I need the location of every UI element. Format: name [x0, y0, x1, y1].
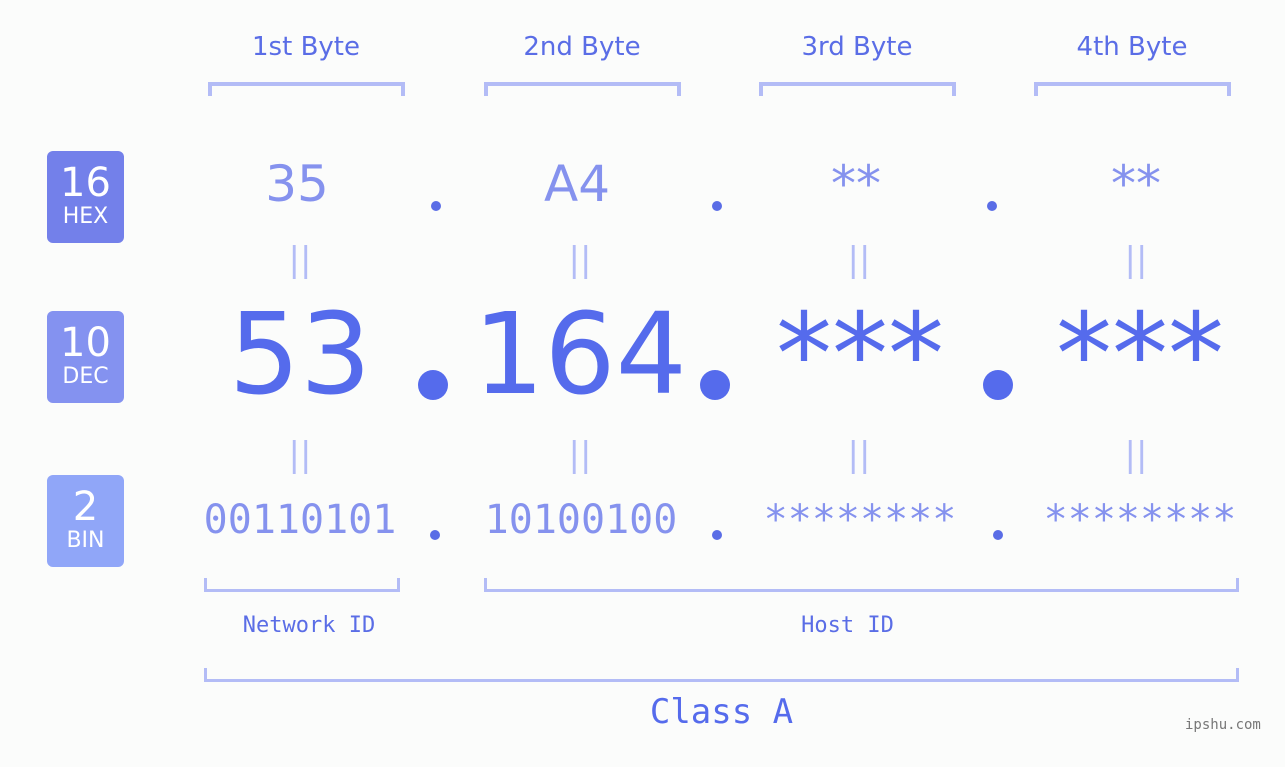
hex-badge-number: 16 [60, 160, 111, 206]
hex-badge: 16 HEX [47, 151, 124, 243]
dec-value-3: *** [776, 290, 944, 420]
dec-badge: 10 DEC [47, 311, 124, 403]
dec-separator-dot-1 [418, 370, 448, 400]
bin-badge-number: 2 [72, 484, 99, 530]
byte-bracket-1 [208, 82, 405, 96]
bin-separator-dot-3 [993, 530, 1003, 540]
hex-badge-abbr: HEX [62, 204, 109, 229]
equals-hex-dec-4: || [1124, 240, 1148, 280]
hex-separator-dot-3 [987, 201, 997, 211]
byte-bracket-3 [759, 82, 956, 96]
dec-badge-number: 10 [60, 320, 111, 366]
byte-header-2: 2nd Byte [523, 32, 641, 62]
dec-value-4: *** [1056, 290, 1224, 420]
dec-value-1: 53 [228, 290, 372, 420]
host-id-bracket [484, 578, 1239, 592]
dec-value-2: 164 [473, 290, 687, 420]
bin-badge: 2 BIN [47, 475, 124, 567]
equals-dec-bin-3: || [847, 435, 871, 475]
watermark: ipshu.com [1185, 717, 1261, 733]
dec-separator-dot-2 [700, 370, 730, 400]
hex-value-4: ** [1111, 155, 1161, 213]
equals-dec-bin-2: || [568, 435, 592, 475]
byte-header-3: 3rd Byte [801, 32, 913, 62]
bin-value-3: ******** [763, 497, 957, 543]
hex-value-3: ** [831, 155, 881, 213]
dec-separator-dot-3 [983, 370, 1013, 400]
host-id-label: Host ID [801, 613, 894, 638]
equals-dec-bin-4: || [1124, 435, 1148, 475]
bin-value-4: ******** [1043, 497, 1237, 543]
hex-value-1: 35 [265, 155, 329, 213]
bin-value-1: 00110101 [203, 497, 397, 543]
class-bracket [204, 668, 1239, 682]
byte-header-4: 4th Byte [1076, 32, 1188, 62]
class-label: Class A [649, 692, 794, 732]
network-id-bracket [204, 578, 400, 592]
hex-separator-dot-1 [431, 201, 441, 211]
hex-value-2: A4 [543, 155, 610, 213]
equals-dec-bin-1: || [288, 435, 312, 475]
equals-hex-dec-2: || [568, 240, 592, 280]
dec-badge-abbr: DEC [62, 364, 109, 389]
bin-separator-dot-1 [430, 530, 440, 540]
hex-separator-dot-2 [712, 201, 722, 211]
bin-separator-dot-2 [712, 530, 722, 540]
byte-bracket-4 [1034, 82, 1231, 96]
equals-hex-dec-1: || [288, 240, 312, 280]
network-id-label: Network ID [242, 613, 376, 638]
bin-badge-abbr: BIN [66, 528, 105, 553]
equals-hex-dec-3: || [847, 240, 871, 280]
bin-value-2: 10100100 [484, 497, 678, 543]
byte-bracket-2 [484, 82, 681, 96]
byte-header-1: 1st Byte [252, 32, 360, 62]
